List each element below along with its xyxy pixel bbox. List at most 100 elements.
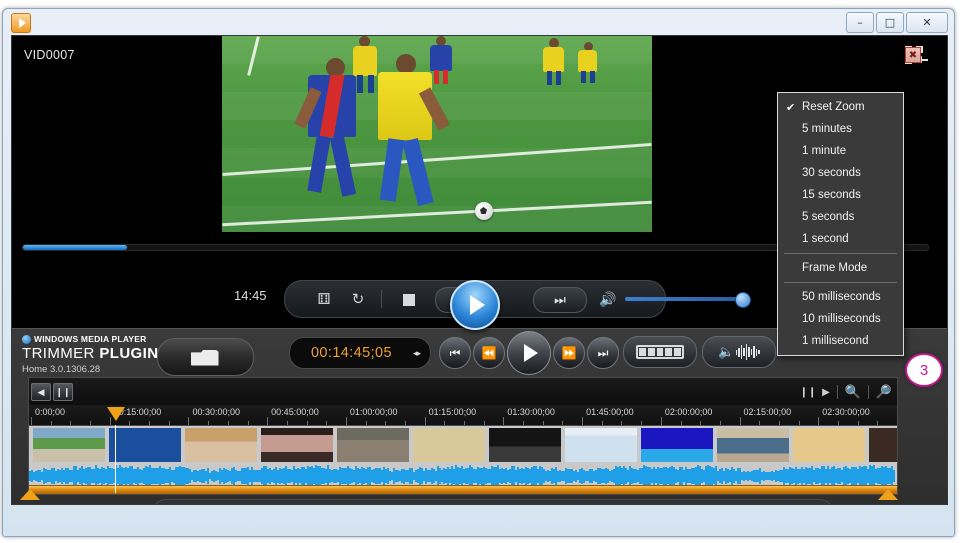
toolbar-divider (837, 385, 838, 399)
pause-right-button[interactable]: ❙❙ (800, 384, 817, 400)
brand-line-2: TRIMMER PLUGIN (22, 345, 162, 362)
brand-plugin-text: PLUGIN (99, 345, 159, 362)
zoom-context-menu: ✔ Reset Zoom 5 minutes 1 minute 30 seconds 15… (777, 92, 904, 356)
menu-item-5-seconds[interactable]: 5 seconds (778, 206, 903, 228)
ruler-label: 00:45:00;00 (271, 407, 319, 417)
menu-item-5-minutes[interactable]: 5 minutes (778, 118, 903, 140)
check-icon: ✔ (786, 101, 796, 114)
pause-left-button[interactable]: ❙❙ (53, 383, 73, 401)
playhead-line (115, 425, 116, 493)
ruler-tick (188, 417, 190, 425)
seek-progress (23, 245, 128, 250)
ruler-tick (739, 417, 741, 425)
timecode-field[interactable]: 00:14:45;05 ◂▸ (289, 337, 431, 369)
menu-item-15-seconds[interactable]: 15 seconds (778, 184, 903, 206)
play-right-button[interactable]: ▶ (819, 384, 833, 400)
menu-item-label: 50 milliseconds (802, 291, 881, 303)
repeat-icon[interactable]: ↻ (347, 289, 369, 309)
zoom-in-icon[interactable]: 🔎 (873, 383, 895, 401)
go-to-start-button[interactable]: ⏮ (439, 337, 471, 369)
minimize-button[interactable]: – (846, 12, 874, 33)
menu-item-50-milliseconds[interactable]: 50 milliseconds (778, 286, 903, 308)
timeline-thumbnail (337, 428, 409, 462)
open-file-button[interactable] (157, 338, 254, 376)
menu-item-label: 30 seconds (802, 167, 861, 179)
title-bar[interactable]: – □ ✕ (3, 9, 954, 35)
volume-slider[interactable] (625, 297, 745, 301)
timecode-value: 00:14:45;05 (310, 345, 392, 361)
ruler-label: 00:30:00;00 (192, 407, 240, 417)
open-folder-icon (191, 347, 221, 368)
callout-number: 3 (919, 361, 929, 379)
soccer-ball (475, 202, 493, 220)
brand-block: WINDOWS MEDIA PLAYER TRIMMER PLUGIN Home… (22, 334, 162, 375)
soccer-pitch (222, 36, 652, 232)
thumbnail-strip (29, 426, 897, 464)
scroll-left-button[interactable]: ◀ (31, 383, 51, 401)
playhead-handle[interactable] (107, 407, 125, 421)
timeline-toolbar: ◀ ❙❙ ❙❙ ▶ 🔍 🔎 (28, 377, 898, 407)
trim-range-bar[interactable] (29, 485, 897, 494)
trimmer-play-button[interactable] (507, 331, 551, 375)
shuffle-icon[interactable]: ⚅ (313, 289, 335, 309)
timeline-ruler[interactable]: 0:00;00 00:15:00;00 00:30:00;00 00:45:00;00… (28, 405, 898, 425)
volume-knob[interactable] (735, 292, 751, 308)
timeline-thumbnail (413, 428, 485, 462)
toolbar-divider (868, 385, 869, 399)
timecode-spinner[interactable]: ◂▸ (413, 348, 421, 359)
menu-item-1-second[interactable]: 1 second (778, 228, 903, 250)
play-orange-icon (11, 13, 31, 33)
menu-item-label: 5 minutes (802, 123, 852, 135)
close-small-icon[interactable]: ✖ (905, 47, 921, 63)
mark-in-handle[interactable] (20, 489, 40, 501)
ruler-label: 02:00:00;00 (664, 407, 713, 417)
ruler-label: 02:15:00;00 (743, 407, 792, 417)
timeline-thumbnail (565, 428, 637, 462)
timeline-toolbar-right: ❙❙ ▶ 🔍 🔎 (800, 383, 895, 401)
timeline-track[interactable] (28, 425, 898, 495)
audio-waveform-icon: 🔈 (718, 344, 760, 360)
ruler-label: 01:15:00;00 (428, 407, 477, 417)
film-strip-button[interactable] (623, 336, 697, 368)
film-strip-icon (636, 345, 684, 359)
video-title: VID0007 (24, 48, 75, 62)
window-controls: – □ ✕ (846, 12, 948, 33)
ruler-tick (503, 417, 505, 425)
menu-item-label: 15 seconds (802, 189, 861, 201)
timeline-thumbnail (261, 428, 333, 462)
next-track-icon[interactable]: ⏭ (533, 287, 587, 313)
menu-item-label: 1 minute (802, 145, 847, 157)
ruler-label: 01:45:00;00 (586, 407, 634, 417)
callout-badge-3: 3 (905, 353, 943, 387)
menu-separator (784, 253, 897, 254)
stop-icon[interactable] (403, 294, 415, 306)
menu-item-30-seconds[interactable]: 30 seconds (778, 162, 903, 184)
play-icon[interactable] (450, 280, 500, 330)
go-to-end-button[interactable]: ⏭ (587, 337, 619, 369)
menu-item-10-milliseconds[interactable]: 10 milliseconds (778, 308, 903, 330)
audio-waveform-button[interactable]: 🔈 (702, 336, 776, 368)
timeline-thumbnail (489, 428, 561, 462)
step-back-button[interactable]: ⏪ (473, 337, 505, 369)
menu-item-label: Frame Mode (802, 262, 868, 274)
menu-item-1-minute[interactable]: 1 minute (778, 140, 903, 162)
maximize-button[interactable]: □ (876, 12, 904, 33)
screenshot-root: – □ ✕ VID0007 14:45 ⚅ ↻ ⏭ 🔊 WINDOWS MEDI… (0, 0, 977, 543)
ruler-tick (31, 417, 32, 425)
mark-out-handle[interactable] (878, 489, 898, 501)
step-forward-button[interactable]: ⏩ (553, 337, 585, 369)
timeline-thumbnail (109, 428, 181, 462)
zoom-out-icon[interactable]: 🔍 (842, 383, 864, 401)
ruler-tick (345, 417, 347, 425)
brand-version: Home 3.0.1306.28 (22, 364, 101, 375)
volume-icon[interactable]: 🔊 (597, 289, 619, 309)
close-button[interactable]: ✕ (906, 12, 948, 33)
menu-item-reset-zoom[interactable]: ✔ Reset Zoom (778, 96, 903, 118)
wmp-orb-icon (22, 334, 31, 344)
video-frame (222, 36, 652, 232)
menu-item-label: 5 seconds (802, 211, 855, 223)
timeline-toolbar-left: ◀ ❙❙ (31, 383, 73, 401)
menu-item-label: 1 second (802, 233, 849, 245)
menu-item-frame-mode[interactable]: Frame Mode (778, 257, 903, 279)
menu-item-1-millisecond[interactable]: 1 millisecond (778, 330, 903, 352)
